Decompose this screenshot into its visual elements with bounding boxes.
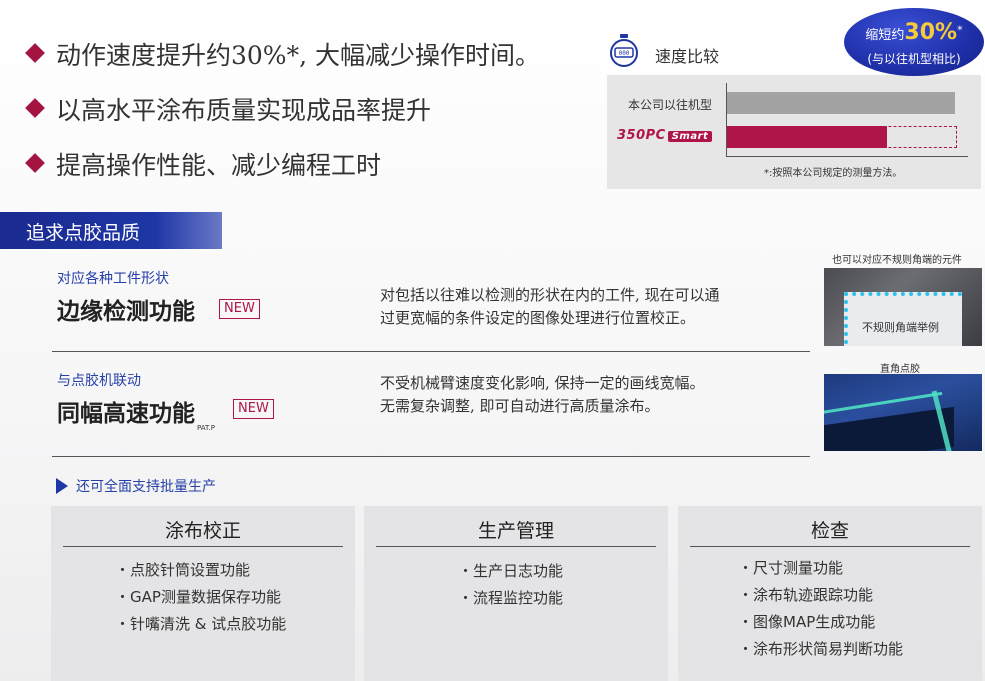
- list-item: GAP测量数据保存功能: [115, 584, 286, 611]
- list-item: 生产日志功能: [458, 558, 563, 585]
- chart-axis-x: [726, 156, 968, 157]
- svg-text:000: 000: [619, 50, 630, 57]
- card-inspection: 检查 尺寸测量功能 涂布轨迹跟踪功能 图像MAP生成功能 涂布形状简易判断功能: [678, 506, 982, 681]
- bullet-quality: 以高水平涂布质量实现成品率提升: [25, 91, 431, 127]
- speed-title: 速度比较: [655, 47, 720, 66]
- bar-old-model: [727, 92, 955, 114]
- reduction-badge: 缩短约30%* (与以往机型相比): [844, 8, 984, 76]
- bar-350pc-smart: [727, 126, 887, 148]
- feature-2-subtitle: 与点胶机联动: [57, 373, 141, 389]
- list-item: 流程监控功能: [458, 585, 563, 612]
- list-item: 涂布形状简易判断功能: [738, 636, 903, 663]
- arrow-right-icon: [56, 478, 68, 494]
- feature-1-new-tag: NEW: [219, 299, 260, 319]
- bullet-operation: 提高操作性能、减少编程工时: [25, 146, 381, 182]
- divider: [52, 351, 810, 352]
- mass-production-heading: 还可全面支持批量生产: [56, 476, 216, 496]
- image-caption-irregular: 也可以对应不规则角端的元件: [832, 255, 962, 266]
- section-header: 追求点胶品质: [0, 212, 222, 249]
- feature-1-description: 对包括以往难以检测的形状在内的工件, 现在可以通 过更宽幅的条件设定的图像处理进…: [380, 286, 720, 327]
- divider: [52, 456, 810, 457]
- photo-label: 不规则角端举例: [862, 321, 939, 334]
- diamond-icon: [25, 153, 45, 173]
- card-production-management: 生产管理 生产日志功能 流程监控功能: [364, 506, 668, 681]
- badge-note: (与以往机型相比): [867, 52, 961, 66]
- list-item: 涂布轨迹跟踪功能: [738, 582, 903, 609]
- measurement-footnote: *:按照本公司规定的测量方法。: [764, 168, 903, 179]
- right-angle-dispense-photo: [824, 374, 982, 451]
- diamond-icon: [25, 98, 45, 118]
- feature-2-description: 不受机械臂速度变化影响, 保持一定的画线宽幅。 无需复杂调整, 即可自动进行高质…: [380, 374, 705, 415]
- image-caption-right-angle: 直角点胶: [880, 364, 920, 375]
- patent-pending: PAT.P: [197, 424, 215, 432]
- irregular-corner-photo: 不规则角端举例: [824, 268, 982, 346]
- stopwatch-icon: 000: [610, 34, 638, 67]
- list-item: 点胶针筒设置功能: [115, 557, 286, 584]
- diamond-icon: [25, 43, 45, 63]
- card-coating-correction: 涂布校正 点胶针筒设置功能 GAP测量数据保存功能 针嘴清洗 & 试点胶功能: [51, 506, 355, 681]
- feature-1-title: 边缘检测功能: [57, 299, 195, 325]
- logo-350pc-smart: 350PC Smart: [617, 128, 713, 143]
- feature-1-subtitle: 对应各种工件形状: [57, 271, 169, 287]
- list-item: 针嘴清洗 & 试点胶功能: [115, 611, 286, 638]
- list-item: 尺寸测量功能: [738, 555, 903, 582]
- feature-2-new-tag: NEW: [233, 399, 274, 419]
- feature-2-title: 同幅高速功能: [57, 401, 195, 427]
- bullet-speed: 动作速度提升约30%*, 大幅减少操作时间。: [25, 36, 540, 72]
- bar-label-old: 本公司以往机型: [628, 98, 713, 112]
- badge-value: 30%: [904, 20, 958, 45]
- list-item: 图像MAP生成功能: [738, 609, 903, 636]
